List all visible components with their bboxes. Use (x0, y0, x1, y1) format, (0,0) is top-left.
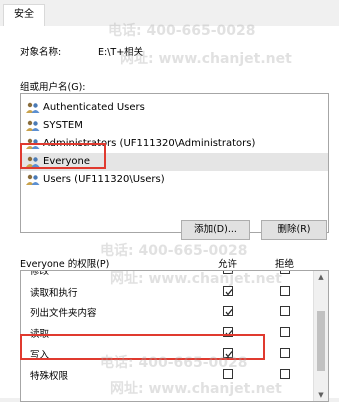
user-item-system[interactable]: SYSTEM (21, 117, 328, 135)
user-group-icon (26, 174, 40, 185)
allow-checkbox[interactable] (223, 286, 233, 296)
scroll-up-arrow-icon[interactable]: ▲ (314, 271, 328, 283)
user-group-icon (26, 120, 40, 131)
groups-label: 组或用户名(G): (20, 82, 86, 93)
deny-header: 拒绝 (275, 259, 295, 270)
user-item-authenticated-users[interactable]: Authenticated Users (21, 99, 328, 117)
object-name-value: E:\T+相关 (98, 47, 144, 58)
permission-row-modify: 修改 (21, 270, 313, 279)
tab-security[interactable]: 安全 (3, 4, 45, 27)
permission-label: 列出文件夹内容 (30, 308, 97, 319)
permission-row-list-folder: 列出文件夹内容 (21, 301, 313, 321)
scroll-down-arrow-icon[interactable]: ▼ (314, 389, 328, 401)
user-group-icon (26, 102, 40, 113)
permissions-header: Everyone 的权限(P) (20, 259, 110, 270)
deny-checkbox[interactable] (280, 327, 290, 337)
permission-label: 特殊权限 (30, 371, 69, 382)
allow-checkbox[interactable] (223, 348, 233, 358)
permission-row-write: 写入 (21, 343, 313, 363)
remove-button[interactable]: 删除(R) (261, 220, 327, 240)
user-item-label: SYSTEM (43, 120, 83, 131)
allow-checkbox[interactable] (223, 306, 233, 316)
object-name-label: 对象名称: (20, 47, 62, 58)
permission-row-special: 特殊权限 (21, 364, 313, 384)
security-panel: 对象名称: E:\T+相关 组或用户名(G): Authenticated Us… (0, 26, 339, 402)
allow-header: 允许 (218, 259, 238, 270)
permission-label: 写入 (30, 350, 50, 361)
tab-bar: 安全 (0, 0, 339, 27)
add-button[interactable]: 添加(D)... (181, 220, 250, 240)
deny-checkbox[interactable] (280, 348, 290, 358)
user-group-icon (26, 156, 40, 167)
permission-row-read-execute: 读取和执行 (21, 281, 313, 301)
allow-checkbox[interactable] (223, 369, 233, 379)
permission-label: 读取 (30, 329, 50, 340)
deny-checkbox[interactable] (280, 306, 290, 316)
permission-label: 修改 (30, 270, 50, 277)
permissions-list: 修改 读取和执行 列出文件夹内容 读取 写入 特殊权限 ▲ ▼ (20, 270, 329, 402)
deny-checkbox[interactable] (280, 369, 290, 379)
user-item-label: Everyone (43, 156, 91, 167)
permission-label: 读取和执行 (30, 288, 78, 299)
user-group-icon (26, 138, 40, 149)
user-item-administrators[interactable]: Administrators (UF111320\Administrators) (21, 135, 328, 153)
user-item-everyone[interactable]: Everyone (21, 153, 328, 171)
user-item-label: Administrators (UF111320\Administrators) (43, 138, 256, 149)
user-item-label: Users (UF111320\Users) (43, 174, 165, 185)
permission-row-read: 读取 (21, 322, 313, 342)
user-item-label: Authenticated Users (43, 102, 145, 113)
allow-checkbox[interactable] (223, 327, 233, 337)
scroll-thumb[interactable] (317, 311, 325, 371)
user-list[interactable]: Authenticated Users SYSTEM Administrator… (20, 93, 329, 233)
deny-checkbox[interactable] (280, 286, 290, 296)
deny-checkbox[interactable] (280, 271, 290, 274)
allow-checkbox[interactable] (223, 271, 233, 274)
permissions-scrollbar[interactable]: ▲ ▼ (313, 271, 328, 401)
user-item-users[interactable]: Users (UF111320\Users) (21, 171, 328, 189)
